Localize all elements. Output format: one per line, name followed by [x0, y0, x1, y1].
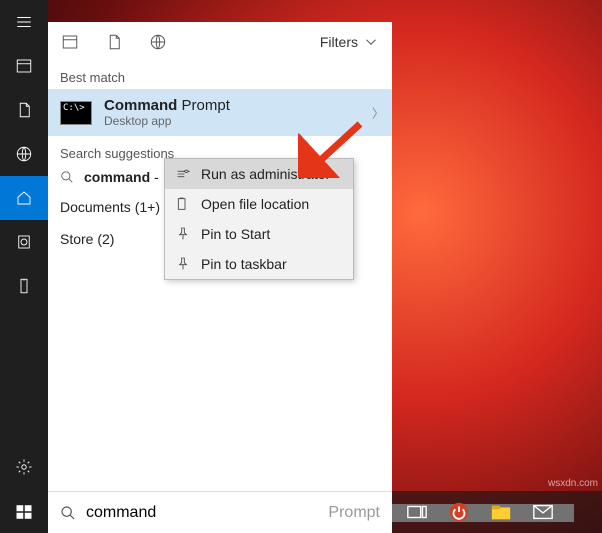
- folder-icon: [175, 196, 191, 212]
- cortana-sidebar: [0, 0, 48, 533]
- result-subtitle: Desktop app: [104, 114, 230, 128]
- best-match-result[interactable]: C:\> Command Prompt Desktop app 〉: [48, 89, 392, 136]
- filters-label: Filters: [320, 34, 358, 50]
- pin-icon: [175, 256, 191, 272]
- web-tab-icon[interactable]: [0, 132, 48, 176]
- pin-icon: [175, 226, 191, 242]
- apps-tab-icon[interactable]: [0, 44, 48, 88]
- chevron-right-icon[interactable]: 〉: [372, 104, 384, 121]
- filters-dropdown[interactable]: Filters: [320, 33, 380, 51]
- file-explorer-icon[interactable]: [490, 501, 512, 523]
- device-tab-icon[interactable]: [0, 264, 48, 308]
- documents-tab-icon[interactable]: [0, 88, 48, 132]
- home-tab-icon[interactable]: [0, 176, 48, 220]
- recent-tab-icon[interactable]: [0, 220, 48, 264]
- command-prompt-icon: C:\>: [60, 101, 92, 125]
- chevron-down-icon: [362, 33, 380, 51]
- settings-icon[interactable]: [0, 445, 48, 489]
- taskbar: [392, 491, 602, 533]
- task-view-icon[interactable]: [406, 501, 428, 523]
- mail-icon[interactable]: [532, 501, 554, 523]
- context-menu-open-location[interactable]: Open file location: [165, 189, 353, 219]
- context-menu: Run as administrator Open file location …: [164, 158, 354, 280]
- search-input-bar: Prompt: [48, 491, 392, 533]
- context-menu-pin-taskbar[interactable]: Pin to taskbar: [165, 249, 353, 279]
- search-icon: [60, 505, 76, 521]
- start-button[interactable]: [0, 491, 48, 533]
- watermark: wsxdn.com: [548, 478, 598, 489]
- best-match-heading: Best match: [48, 62, 392, 89]
- context-menu-run-as-admin[interactable]: Run as administrator: [165, 159, 353, 189]
- context-menu-pin-start[interactable]: Pin to Start: [165, 219, 353, 249]
- documents-filter-icon[interactable]: [104, 32, 124, 52]
- result-title: Command Prompt: [104, 97, 230, 114]
- apps-filter-icon[interactable]: [60, 32, 80, 52]
- search-ghost-text: Prompt: [328, 504, 380, 522]
- search-panel-header: Filters: [48, 22, 392, 62]
- search-icon: [60, 170, 74, 184]
- admin-shield-icon: [175, 166, 191, 182]
- menu-icon[interactable]: [0, 0, 48, 44]
- power-icon[interactable]: [448, 501, 470, 523]
- web-filter-icon[interactable]: [148, 32, 168, 52]
